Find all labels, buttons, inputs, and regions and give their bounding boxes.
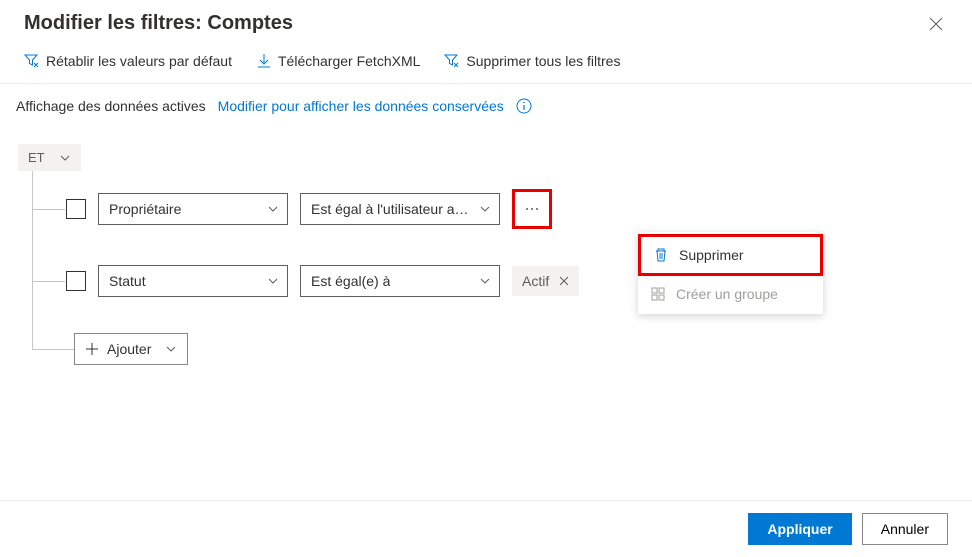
context-menu-delete[interactable]: Supprimer (641, 237, 820, 273)
chevron-down-icon (479, 203, 491, 215)
group-operator-dropdown[interactable]: ET (18, 144, 81, 171)
value-tag[interactable]: Actif (512, 266, 579, 296)
cancel-button[interactable]: Annuler (862, 513, 948, 545)
add-condition-button[interactable]: Ajouter (74, 333, 188, 365)
operator-value: Est égal(e) à (311, 273, 390, 289)
delete-all-filters-button[interactable]: Supprimer tous les filtres (444, 53, 620, 69)
group-operator-label: ET (28, 150, 45, 165)
value-tag-label: Actif (522, 273, 549, 289)
chevron-down-icon (479, 275, 491, 287)
condition-row: Propriétaire Est égal à l'utilisateur ac… (42, 189, 954, 229)
download-fetchxml-button[interactable]: Télécharger FetchXML (256, 53, 420, 69)
page-title: Modifier les filtres: Comptes (24, 12, 293, 35)
plus-icon (85, 342, 99, 356)
context-menu-create-group: Créer un groupe (638, 276, 823, 312)
trash-icon (653, 247, 669, 263)
field-value: Statut (109, 273, 146, 289)
download-fetchxml-label: Télécharger FetchXML (278, 53, 420, 69)
chevron-down-icon (267, 203, 279, 215)
chevron-down-icon (165, 343, 177, 355)
remove-tag-icon[interactable] (559, 273, 569, 289)
more-horizontal-icon (524, 201, 540, 217)
highlight-box (512, 189, 552, 229)
reset-defaults-button[interactable]: Rétablir les valeurs par défaut (24, 53, 232, 69)
download-icon (256, 53, 272, 69)
field-dropdown[interactable]: Propriétaire (98, 193, 288, 225)
close-icon (928, 16, 944, 32)
footer: Appliquer Annuler (0, 500, 972, 557)
filter-reset-icon (24, 53, 40, 69)
data-state-bar: Affichage des données actives Modifier p… (0, 84, 972, 120)
apply-button[interactable]: Appliquer (748, 513, 851, 545)
filter-delete-icon (444, 53, 460, 69)
field-value: Propriétaire (109, 201, 181, 217)
context-menu-create-group-label: Créer un groupe (676, 286, 778, 302)
context-menu: Supprimer Créer un groupe (638, 232, 823, 314)
group-icon (650, 286, 666, 302)
row-checkbox[interactable] (66, 199, 86, 219)
operator-dropdown[interactable]: Est égal(e) à (300, 265, 500, 297)
reset-defaults-label: Rétablir les valeurs par défaut (46, 53, 232, 69)
operator-dropdown[interactable]: Est égal à l'utilisateur ac... (300, 193, 500, 225)
row-checkbox[interactable] (66, 271, 86, 291)
delete-all-filters-label: Supprimer tous les filtres (466, 53, 620, 69)
chevron-down-icon (267, 275, 279, 287)
info-icon[interactable] (516, 98, 532, 114)
row-more-button[interactable] (517, 194, 547, 224)
add-label: Ajouter (107, 341, 151, 357)
operator-value: Est égal à l'utilisateur ac... (311, 201, 473, 217)
toolbar: Rétablir les valeurs par défaut Téléchar… (0, 47, 972, 83)
close-button[interactable] (924, 12, 948, 39)
data-state-label: Affichage des données actives (16, 98, 206, 114)
filter-builder: ET Propriétaire Est égal à l'utilisateur… (0, 120, 972, 373)
context-menu-delete-label: Supprimer (679, 247, 744, 263)
data-state-toggle-link[interactable]: Modifier pour afficher les données conse… (218, 98, 504, 114)
field-dropdown[interactable]: Statut (98, 265, 288, 297)
chevron-down-icon (59, 152, 71, 164)
